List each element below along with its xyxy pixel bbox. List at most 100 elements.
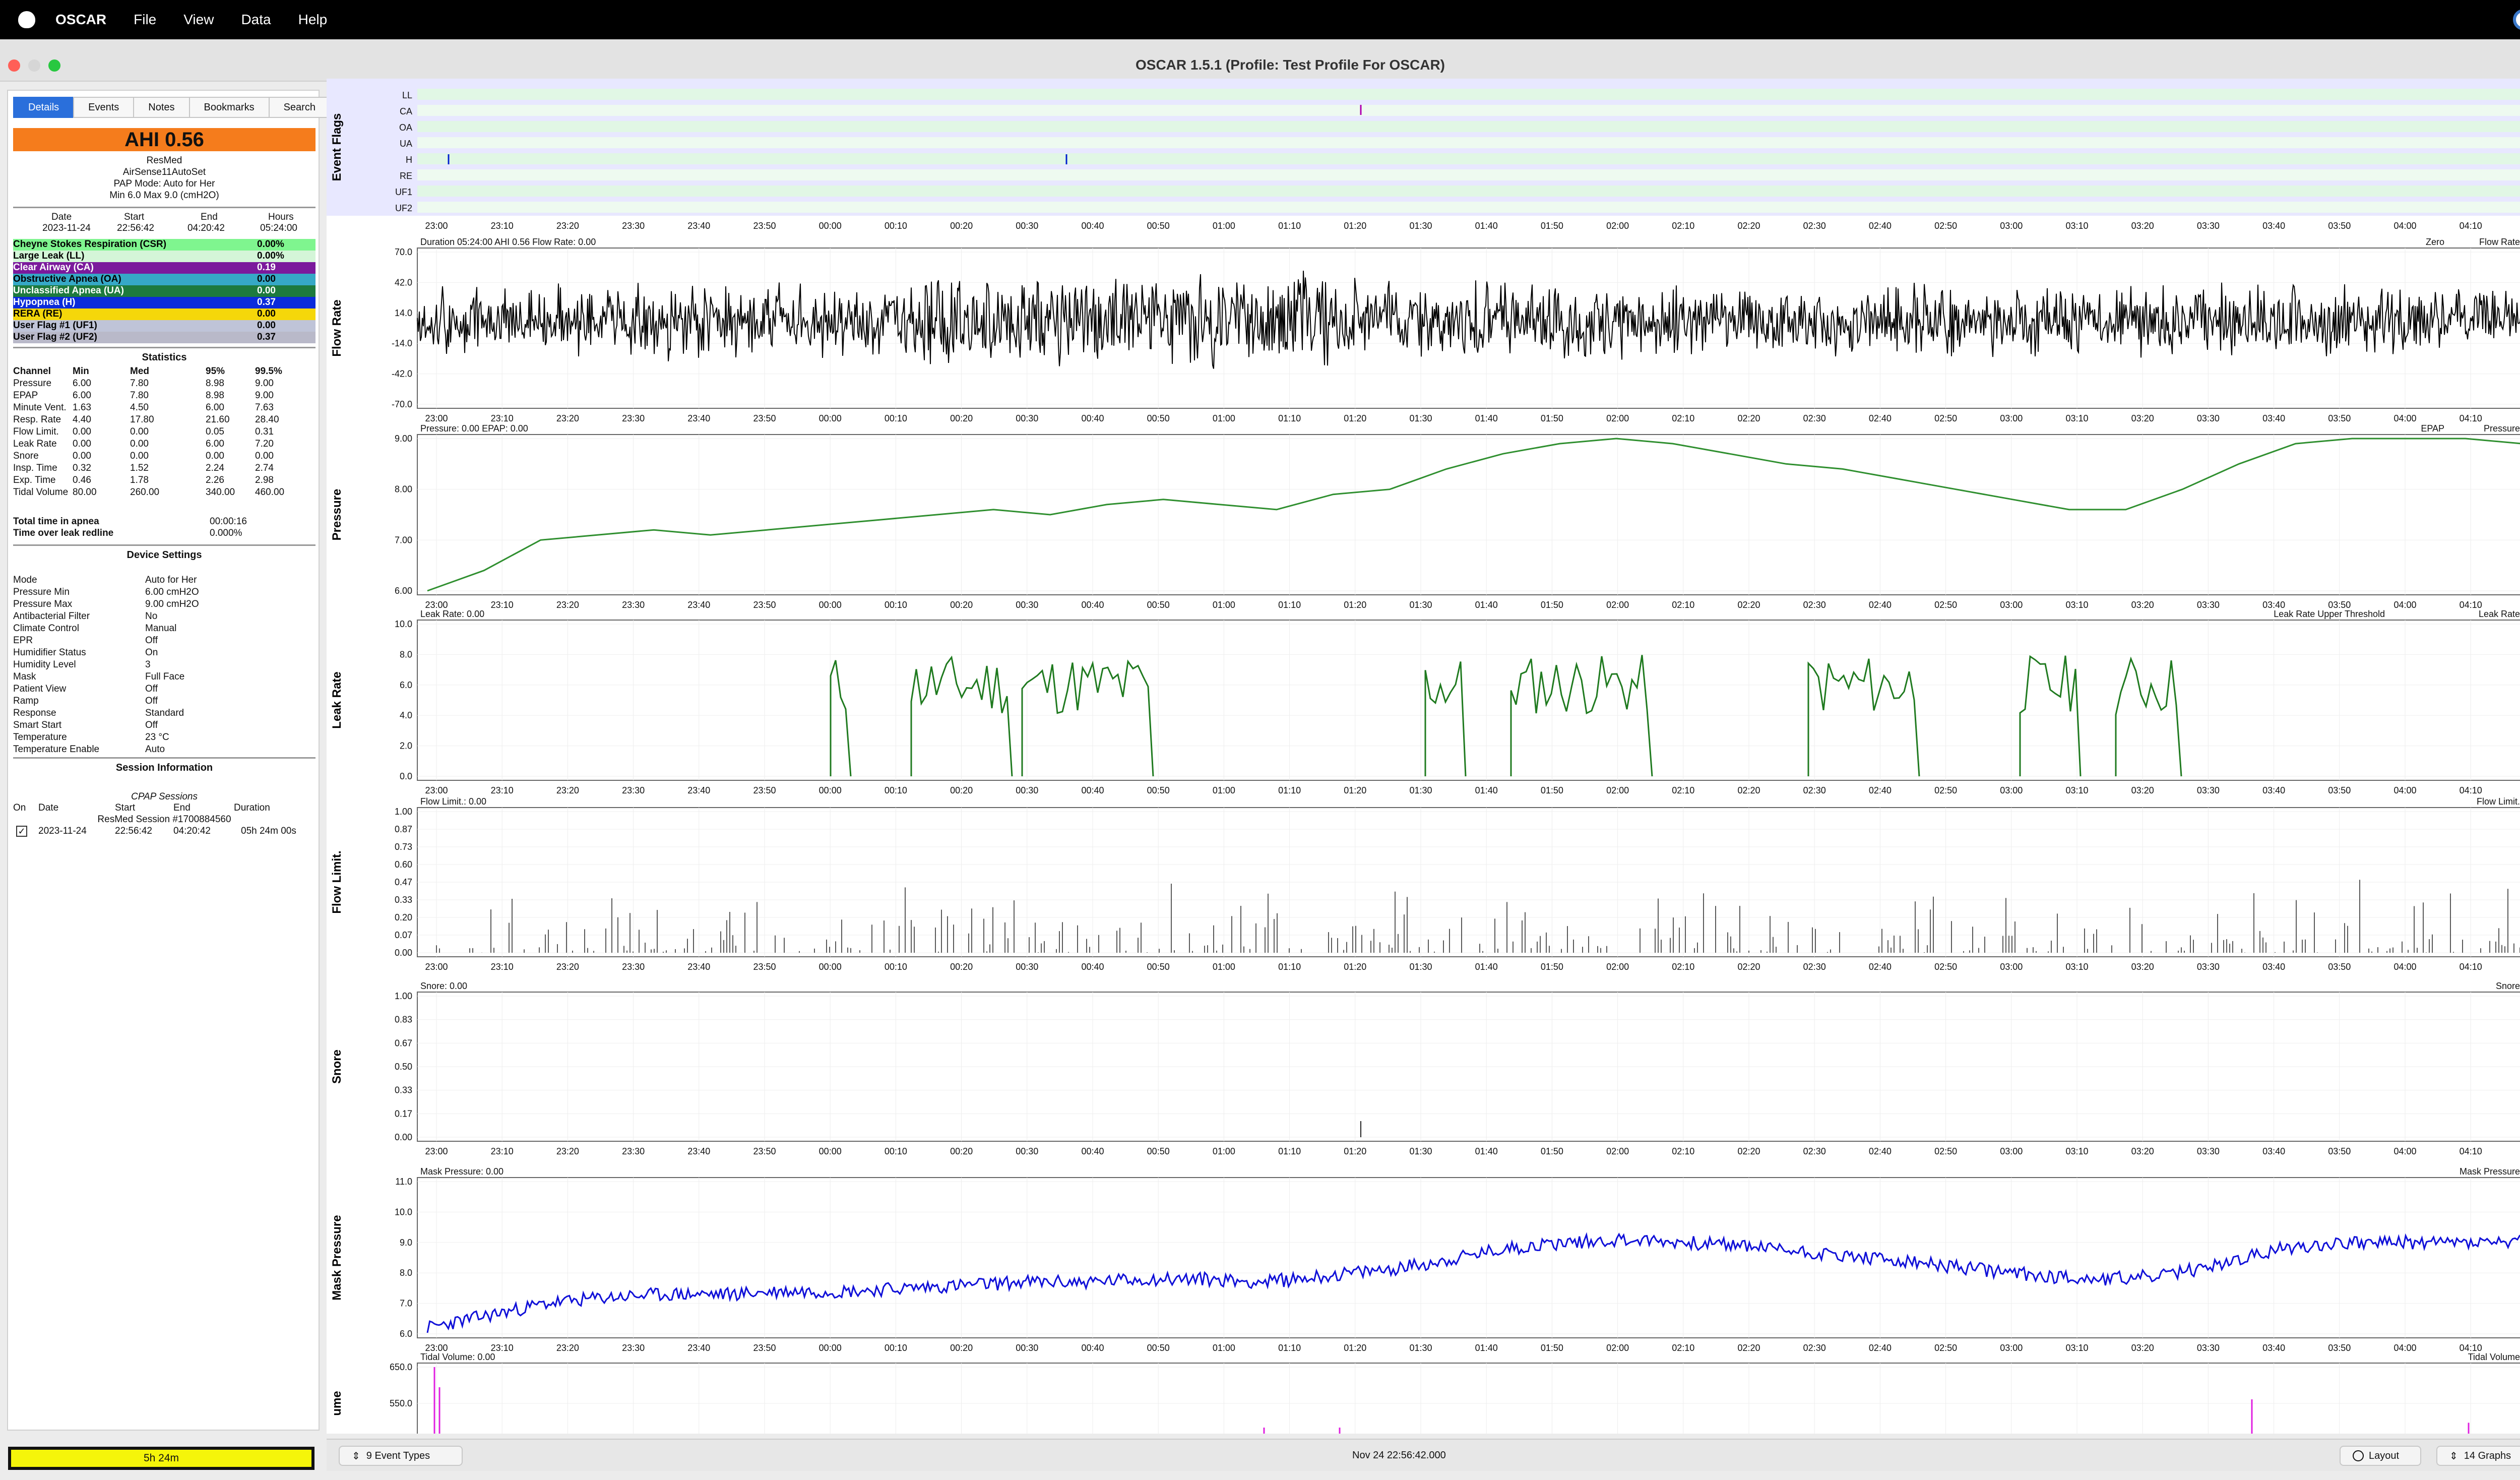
menu-data[interactable]: Data (241, 12, 271, 28)
menu-app-name[interactable]: OSCAR (55, 12, 106, 28)
event-summary-row[interactable]: Obstructive Apnea (OA) 0.00 (13, 274, 316, 285)
y-tick-label: 0.07 (395, 930, 412, 940)
y-tick-label: 4.0 (400, 710, 412, 720)
apple-logo-icon[interactable] (18, 11, 35, 28)
y-tick-label: -42.0 (392, 369, 412, 379)
time-tick-label: 03:40 (2262, 600, 2285, 610)
menu-view[interactable]: View (183, 12, 214, 28)
time-tick-label: 02:30 (1803, 221, 1826, 231)
time-tick-label: 01:40 (1475, 785, 1498, 795)
y-tick-label: 9.00 (395, 434, 412, 444)
mask_pressure-plot-area[interactable] (417, 1177, 2520, 1338)
tidal_volume-plot-area[interactable] (417, 1363, 2520, 1434)
statistics-row: Snore 0.00 0.00 0.00 0.00 (13, 451, 316, 463)
time-tick-label: 23:30 (622, 785, 645, 795)
y-tick-label: 0.00 (395, 1132, 412, 1142)
device-setting-label: Pressure Min (13, 587, 70, 597)
event-flag-row[interactable] (417, 121, 2520, 132)
tab-details[interactable]: Details (13, 97, 75, 118)
statistics-cell: 7.63 (255, 402, 274, 413)
statistics-cell: 340.00 (206, 487, 235, 498)
tab-notes[interactable]: Notes (133, 97, 190, 118)
event-summary-row[interactable]: Cheyne Stokes Respiration (CSR) 0.00% (13, 239, 316, 251)
time-tick-label: 02:40 (1869, 1343, 1892, 1353)
time-tick-label: 23:20 (556, 600, 579, 610)
event-summary-label: Hypopnea (H) (13, 297, 76, 307)
status-app-icon[interactable] (2513, 9, 2520, 30)
time-tick-label: 02:00 (1606, 962, 1629, 972)
event-summary-row[interactable]: Unclassified Apnea (UA) 0.00 (13, 285, 316, 297)
graph-panel: Event Flags LL CA OA UA H RE UF1 UF2 23:00 23:10 23… (327, 79, 2520, 1434)
event-summary-row[interactable]: Clear Airway (CA) 0.19 (13, 262, 316, 274)
pressure-plot-area[interactable] (417, 434, 2520, 595)
y-tick-label: 1.00 (395, 807, 412, 817)
menu-file[interactable]: File (134, 12, 156, 28)
y-tick-label: 0.33 (395, 1085, 412, 1095)
event-summary-row[interactable]: User Flag #2 (UF2) 0.37 (13, 332, 316, 343)
time-tick-label: 01:50 (1541, 1343, 1563, 1353)
event-summary-label: Large Leak (LL) (13, 251, 85, 261)
time-tick-label: 01:40 (1475, 221, 1498, 231)
device-setting-label: Humidifier Status (13, 647, 86, 658)
time-tick-label: 03:50 (2328, 785, 2351, 795)
event-flag-row-label: CA (400, 106, 412, 116)
layout-button[interactable]: Layout (2340, 1446, 2421, 1466)
session-duration-bar[interactable]: 5h 24m (8, 1447, 314, 1470)
event-summary-row[interactable]: Large Leak (LL) 0.00% (13, 251, 316, 262)
time-tick-label: 02:00 (1606, 785, 1629, 795)
event-flag-row[interactable] (417, 137, 2520, 148)
event-flag-row[interactable] (417, 186, 2520, 197)
event-summary-value: 0.00 (257, 274, 276, 284)
time-tick-label: 23:10 (491, 413, 514, 423)
time-tick-label: 01:10 (1278, 1343, 1301, 1353)
time-tick-label: 00:00 (819, 1146, 842, 1156)
session-enabled-checkbox[interactable]: ✓ (16, 826, 27, 837)
time-tick-label: 03:10 (2065, 1146, 2088, 1156)
y-tick-label: 550.0 (390, 1398, 412, 1408)
time-tick-label: 23:40 (687, 1146, 710, 1156)
tab-bookmarks[interactable]: Bookmarks (188, 97, 270, 118)
graphs-label: 14 Graphs (2464, 1450, 2511, 1461)
tab-search[interactable]: Search (268, 97, 331, 118)
time-tick-label: 01:30 (1409, 600, 1432, 610)
time-tick-label: 23:10 (491, 785, 514, 795)
time-tick-label: 01:00 (1213, 221, 1235, 231)
tab-events[interactable]: Events (73, 97, 135, 118)
device-setting-value: Off (145, 684, 158, 694)
event-summary-row[interactable]: RERA (RE) 0.00 (13, 309, 316, 320)
time-tick-label: 02:50 (1934, 413, 1957, 423)
event-flag-row[interactable] (417, 89, 2520, 100)
event-flag-row[interactable] (417, 105, 2520, 116)
time-tick-label: 02:10 (1672, 413, 1694, 423)
y-tick-label: 0.47 (395, 877, 412, 887)
leak_rate-plot-area[interactable] (417, 620, 2520, 781)
session-row[interactable]: ✓ 2023-11-24 22:56:42 04:20:42 05h 24m 0… (13, 826, 316, 837)
event-flag-row[interactable] (417, 153, 2520, 164)
time-tick-label: 03:00 (2000, 221, 2023, 231)
device-setting-row: Antibacterial Filter No (13, 611, 316, 623)
event-types-dropdown[interactable]: ⇕ 9 Event Types (339, 1446, 463, 1466)
device-setting-row: Humidifier Status On (13, 647, 316, 659)
time-tick-label: 01:00 (1213, 600, 1235, 610)
time-tick-label: 00:50 (1147, 785, 1170, 795)
y-tick-label: 650.0 (390, 1362, 412, 1372)
event-flag-row[interactable] (417, 169, 2520, 180)
leak-time-label: Time over leak redline (13, 528, 114, 538)
time-tick-label: 00:20 (950, 221, 973, 231)
device-setting-row: Climate Control Manual (13, 623, 316, 635)
time-tick-label: 01:00 (1213, 413, 1235, 423)
session-date: 2023-11-24 (38, 826, 87, 836)
time-tick-label: 03:00 (2000, 1343, 2023, 1353)
graphs-svg[interactable]: Event Flags LL CA OA UA H RE UF1 UF2 23:00 23:10 23… (327, 79, 2520, 1434)
event-flag-row[interactable] (417, 202, 2520, 213)
graphs-dropdown[interactable]: ⇕ 14 Graphs (2436, 1446, 2520, 1466)
event-summary-row[interactable]: User Flag #1 (UF1) 0.00 (13, 320, 316, 332)
device-setting-row: Patient View Off (13, 684, 316, 696)
event-summary-row[interactable]: Hypopnea (H) 0.37 (13, 297, 316, 309)
device-setting-value: Auto for Her (145, 575, 197, 585)
time-tick-label: 00:50 (1147, 221, 1170, 231)
time-tick-label: 00:20 (950, 785, 973, 795)
menu-help[interactable]: Help (298, 12, 328, 28)
statistics-cell: 0.00 (130, 426, 149, 437)
time-tick-label: 04:00 (2393, 1146, 2416, 1156)
